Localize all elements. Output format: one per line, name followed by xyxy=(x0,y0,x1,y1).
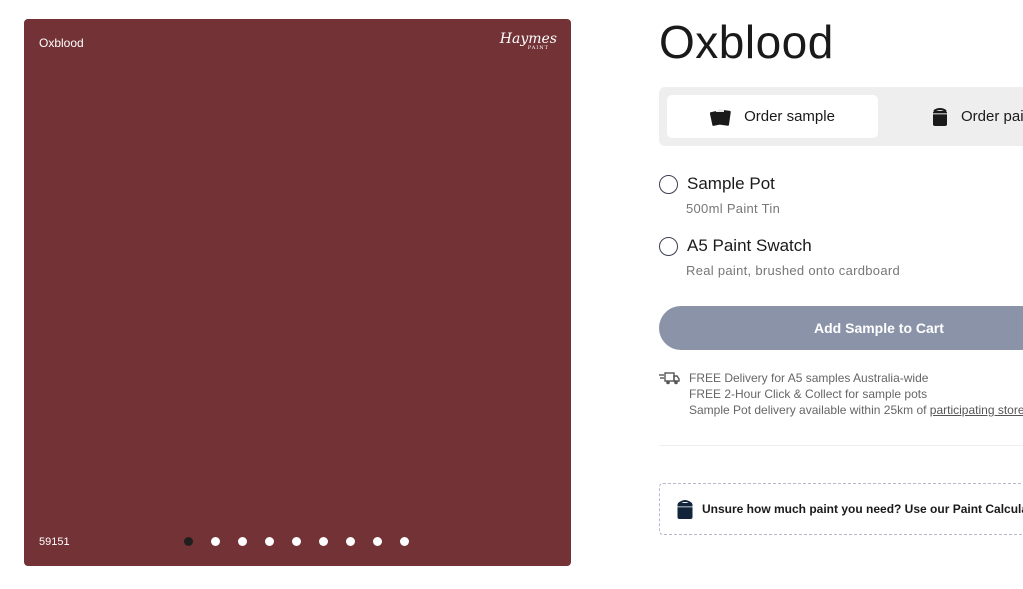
order-tabs: Order sample Order paint xyxy=(659,87,1023,146)
sample-pot-label: Sample Pot xyxy=(687,174,775,193)
gallery-dot[interactable] xyxy=(319,537,328,546)
paint-swatch-cards-icon xyxy=(710,107,732,127)
swatch-color-code: 59151 xyxy=(39,536,70,548)
delivery-line-sample-pot-text: Sample Pot delivery available within 25k… xyxy=(689,403,930,417)
page-title: Oxblood xyxy=(659,16,834,68)
paint-can-icon xyxy=(676,498,694,520)
paint-calculator-text: Unsure how much paint you need? Use our … xyxy=(702,502,1023,516)
gallery-pagination xyxy=(184,537,409,546)
paint-calculator-banner[interactable]: Unsure how much paint you need? Use our … xyxy=(659,483,1023,535)
color-swatch-image: Oxblood Haymes PAINT 59151 xyxy=(24,19,571,566)
add-sample-to-cart-button[interactable]: Add Sample to Cart xyxy=(659,306,1023,350)
brand-logo: Haymes PAINT xyxy=(500,31,557,51)
gallery-dot[interactable] xyxy=(400,537,409,546)
a5-swatch-label: A5 Paint Swatch xyxy=(687,236,812,255)
option-a5-paint-swatch[interactable]: A5 Paint Swatch xyxy=(659,236,812,256)
gallery-dot[interactable] xyxy=(265,537,274,546)
gallery-dot[interactable] xyxy=(211,537,220,546)
option-sample-pot[interactable]: Sample Pot xyxy=(659,174,775,194)
paint-can-icon xyxy=(931,107,949,127)
tab-order-paint-label: Order paint xyxy=(961,108,1023,125)
tab-order-sample[interactable]: Order sample xyxy=(667,95,878,138)
tab-order-sample-label: Order sample xyxy=(744,108,835,125)
delivery-truck-icon xyxy=(659,371,680,389)
delivery-line-sample-pot: Sample Pot delivery available within 25k… xyxy=(689,402,1023,418)
a5-swatch-description: Real paint, brushed onto cardboard xyxy=(686,263,901,278)
delivery-info: FREE Delivery for A5 samples Australia-w… xyxy=(659,370,1023,418)
delivery-line-a5: FREE Delivery for A5 samples Australia-w… xyxy=(689,371,929,385)
gallery-dot[interactable] xyxy=(184,537,193,546)
gallery-dot[interactable] xyxy=(238,537,247,546)
a5-swatch-radio[interactable] xyxy=(659,236,678,256)
gallery-dot[interactable] xyxy=(292,537,301,546)
sample-pot-description: 500ml Paint Tin xyxy=(686,201,781,216)
delivery-line-click-collect: FREE 2-Hour Click & Collect for sample p… xyxy=(689,387,928,401)
sample-pot-radio[interactable] xyxy=(659,174,678,194)
gallery-dot[interactable] xyxy=(346,537,355,546)
participating-stores-link[interactable]: participating stores xyxy=(930,403,1023,417)
section-divider xyxy=(659,445,1023,446)
swatch-color-name: Oxblood xyxy=(39,36,84,50)
tab-order-paint[interactable]: Order paint xyxy=(931,95,1023,138)
gallery-dot[interactable] xyxy=(373,537,382,546)
